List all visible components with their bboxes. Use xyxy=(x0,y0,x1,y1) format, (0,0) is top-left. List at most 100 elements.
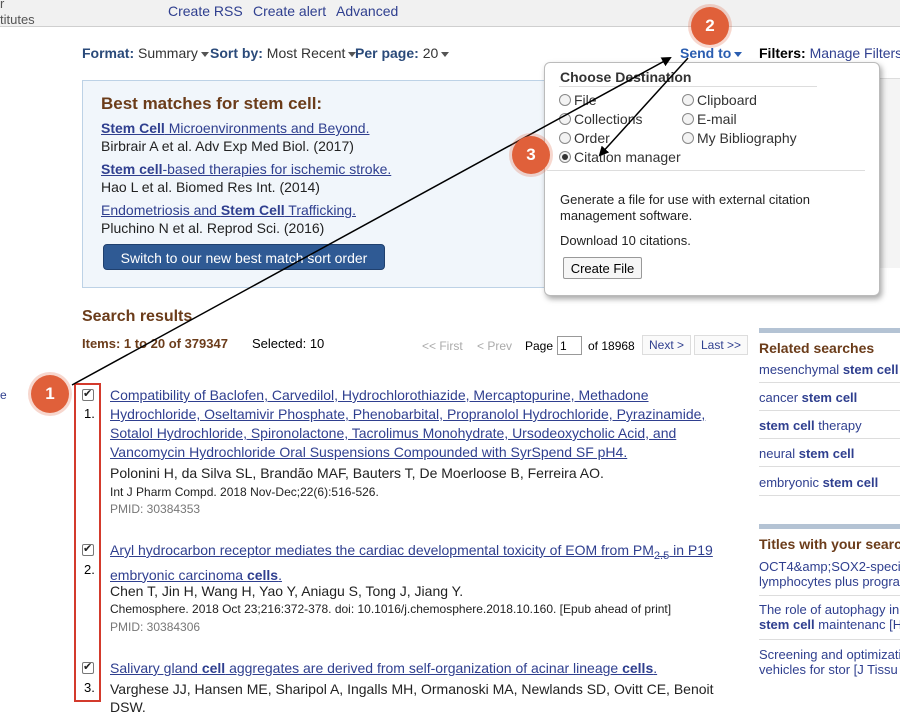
choose-destination-heading: Choose Destination xyxy=(560,69,692,85)
best-match-rest: Microenvironments and Beyond. xyxy=(164,120,370,136)
dest-option-label: Collections xyxy=(574,111,643,127)
divider xyxy=(759,410,900,411)
best-matches-box: Best matches for stem cell: Stem Cell Mi… xyxy=(82,80,570,288)
format-label: Format: xyxy=(82,45,135,61)
title-bold: cells xyxy=(622,660,654,676)
perpage-value: 20 xyxy=(422,45,439,61)
best-match-bold: Stem Cell xyxy=(101,120,165,136)
radio-icon xyxy=(559,94,571,106)
link-text: The role of autophagy in xyxy=(759,602,900,617)
selected-count: Selected: 10 xyxy=(252,336,325,351)
callout-badge-2: 2 xyxy=(691,7,729,45)
search-results-title: Search results xyxy=(82,308,193,325)
best-match-link-1[interactable]: Stem Cell Microenvironments and Beyond. xyxy=(101,120,369,136)
title-text: Aryl hydrocarbon receptor mediates the c… xyxy=(110,542,654,558)
link-text: vehicles for stor [J Tissu xyxy=(759,662,898,677)
related-search-embryonic[interactable]: embryonic stem cell xyxy=(759,475,878,490)
radio-icon xyxy=(559,113,571,125)
related-search-mesenchymal[interactable]: mesenchymal stem cell xyxy=(759,362,898,377)
link-bold: stem cell xyxy=(842,362,899,377)
filters-label: Filters: xyxy=(759,45,806,61)
sort-label: Sort by: xyxy=(210,45,263,61)
dest-option-citation-manager[interactable]: Citation manager xyxy=(559,149,681,165)
left-fragment: titutes xyxy=(0,12,35,27)
dest-option-my-bibliography[interactable]: My Bibliography xyxy=(682,130,797,146)
send-to-dropdown[interactable]: Send to xyxy=(680,45,743,61)
dest-option-label: My Bibliography xyxy=(697,130,797,146)
radio-selected-icon xyxy=(559,151,571,163)
result-source-1: Int J Pharm Compd. 2018 Nov-Dec;22(6):51… xyxy=(110,485,379,499)
radio-icon xyxy=(682,94,694,106)
radio-icon xyxy=(559,132,571,144)
best-match-source-3: Pluchino N et al. Reprod Sci. (2016) xyxy=(101,220,325,236)
dest-option-label: Order xyxy=(574,130,610,146)
title-bold: cells xyxy=(246,566,279,583)
caret-down-icon xyxy=(200,51,209,57)
manage-filters-link[interactable]: Manage Filters xyxy=(810,45,900,61)
dest-option-file[interactable]: File xyxy=(559,92,597,108)
dest-option-collections[interactable]: Collections xyxy=(559,111,642,127)
format-value: Summary xyxy=(138,45,198,61)
result-title-link-3[interactable]: Salivary gland cell aggregates are deriv… xyxy=(110,659,740,678)
pager-last-button[interactable]: Last >> xyxy=(694,335,749,355)
best-match-bold: Stem cell xyxy=(101,161,163,177)
sidebar-divider-bar xyxy=(759,524,900,529)
dest-option-clipboard[interactable]: Clipboard xyxy=(682,92,757,108)
best-match-link-3[interactable]: Endometriosis and Stem Cell Trafficking. xyxy=(101,202,356,218)
page-number-input[interactable] xyxy=(557,336,582,355)
title-bold: cell xyxy=(201,660,226,676)
dest-option-order[interactable]: Order xyxy=(559,130,610,146)
best-match-bold: Stem Cell xyxy=(220,202,285,218)
title-suggestion-1[interactable]: OCT4&amp;SOX2-speci lymphocytes plus prog… xyxy=(759,559,900,589)
related-search-neural[interactable]: neural stem cell xyxy=(759,446,854,461)
checkbox-highlight-frame xyxy=(74,383,101,702)
dest-option-label: Clipboard xyxy=(697,92,757,108)
result-pmid-2: PMID: 30384306 xyxy=(110,620,201,634)
advanced-link[interactable]: Advanced xyxy=(336,3,398,19)
format-dropdown[interactable]: Format: Summary xyxy=(82,45,209,61)
sort-dropdown[interactable]: Sort by: Most Recent xyxy=(210,45,357,61)
title-suggestion-3[interactable]: Screening and optimizati vehicles for sto… xyxy=(759,647,900,677)
best-match-source-1: Birbrair A et al. Adv Exp Med Biol. (201… xyxy=(101,138,354,154)
link-bold: stem cell xyxy=(801,390,858,405)
best-match-link-2[interactable]: Stem cell-based therapies for ischemic s… xyxy=(101,161,391,177)
divider xyxy=(759,466,900,467)
items-count: Items: 1 to 20 of 379347 xyxy=(82,336,228,351)
link-bold: stem cell xyxy=(759,418,815,433)
result-pmid-1: PMID: 30384353 xyxy=(110,502,201,516)
caret-down-icon xyxy=(734,51,743,57)
dest-option-label: Citation manager xyxy=(574,149,681,165)
related-search-therapy[interactable]: stem cell therapy xyxy=(759,418,862,433)
link-text: lymphocytes plus progra xyxy=(759,574,900,589)
radio-icon xyxy=(682,113,694,125)
send-to-label: Send to xyxy=(680,45,732,61)
destination-description: Generate a file for use with external ci… xyxy=(560,192,811,223)
link-text: mesenchymal xyxy=(759,362,843,377)
result-title-link-1[interactable]: Compatibility of Baclofen, Carvedilol, H… xyxy=(110,386,740,462)
caret-down-icon xyxy=(441,51,450,57)
perpage-dropdown[interactable]: Per page: 20 xyxy=(355,45,450,61)
result-authors-3: Varghese JJ, Hansen ME, Sharipol A, Inga… xyxy=(110,681,714,715)
related-search-cancer[interactable]: cancer stem cell xyxy=(759,390,857,405)
create-alert-link[interactable]: Create alert xyxy=(253,3,326,19)
pager-next-button[interactable]: Next > xyxy=(642,335,692,355)
divider xyxy=(547,170,865,171)
link-text: therapy xyxy=(814,418,862,433)
result-authors-2: Chen T, Jin H, Wang H, Yao Y, Aniagu S, … xyxy=(110,583,464,599)
divider xyxy=(759,639,900,640)
pager-first[interactable]: << First xyxy=(422,339,463,353)
dest-option-email[interactable]: E-mail xyxy=(682,111,737,127)
link-text: embryonic xyxy=(759,475,823,490)
link-bold: stem cell xyxy=(798,446,855,461)
best-match-pre: Endometriosis and xyxy=(101,202,221,218)
result-title-link-2[interactable]: Aryl hydrocarbon receptor mediates the c… xyxy=(110,541,738,585)
create-file-button[interactable]: Create File xyxy=(563,257,642,279)
perpage-label: Per page: xyxy=(355,45,419,61)
best-match-rest: Trafficking. xyxy=(284,202,356,218)
create-rss-link[interactable]: Create RSS xyxy=(168,3,243,19)
switch-sort-order-button[interactable]: Switch to our new best match sort order xyxy=(103,244,385,270)
pager-prev[interactable]: < Prev xyxy=(477,339,512,353)
titles-with-search-title: Titles with your searc xyxy=(759,536,900,552)
title-suggestion-2[interactable]: The role of autophagy in stem cell mainte… xyxy=(759,602,900,632)
divider xyxy=(759,495,900,496)
